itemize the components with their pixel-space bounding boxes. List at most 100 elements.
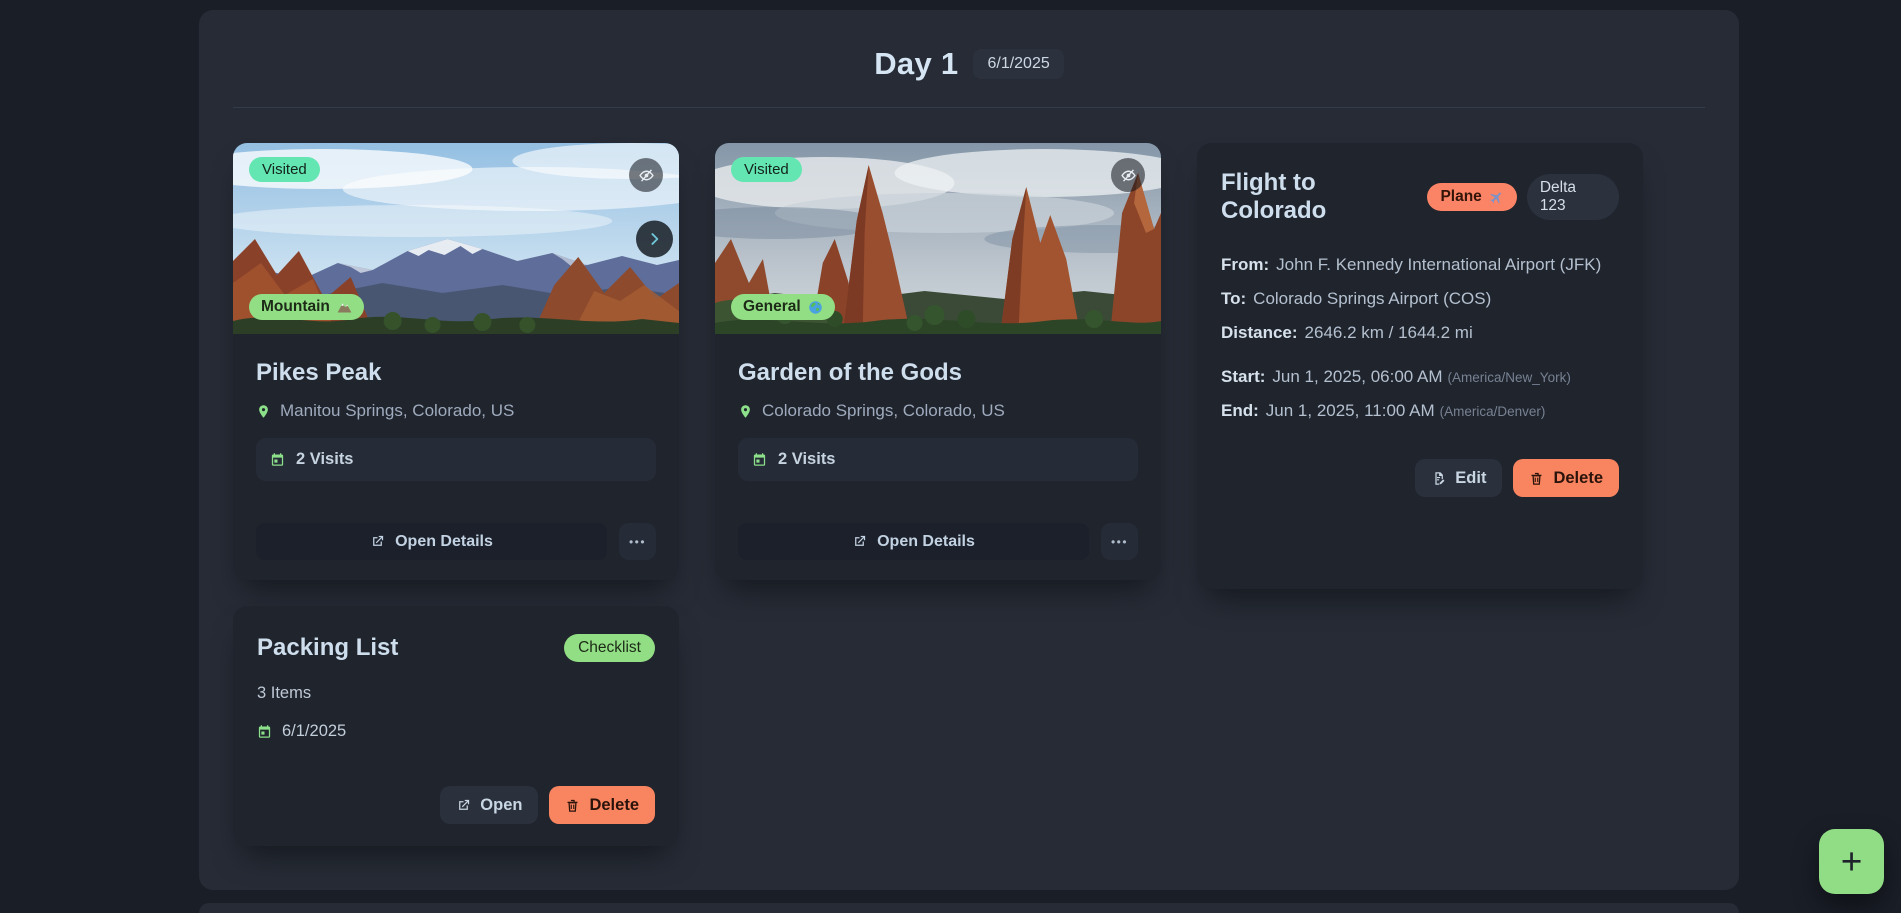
from-label: From: [1221, 255, 1269, 274]
hide-image-button[interactable] [1111, 158, 1145, 192]
more-options-button[interactable]: ••• [1101, 523, 1138, 560]
flight-title: Flight to Colorado [1221, 169, 1427, 225]
plane-icon [1489, 190, 1504, 205]
packing-list-card: Packing List Checklist 3 Items 6/1/2025 … [233, 606, 679, 846]
flight-actions: Edit Delete [1221, 459, 1619, 497]
visited-badge: Visited [249, 157, 320, 182]
visits-box: 2 Visits [256, 438, 656, 481]
next-day-panel-peek [199, 903, 1739, 913]
mountain-icon [337, 300, 352, 315]
distance-value: 2646.2 km / 1644.2 mi [1305, 323, 1473, 342]
category-badge-mountain: Mountain [249, 294, 364, 320]
visits-box: 2 Visits [738, 438, 1138, 481]
external-link-icon [852, 534, 867, 549]
place-card-pikes-peak: Visited Mountain Pikes Peak Manitou Spri… [233, 143, 679, 580]
delete-button[interactable]: Delete [549, 786, 655, 824]
eye-off-icon [1120, 167, 1137, 184]
location-row: Manitou Springs, Colorado, US [256, 401, 656, 421]
to-value: Colorado Springs Airport (COS) [1253, 289, 1491, 308]
day-header: Day 1 6/1/2025 [199, 10, 1739, 82]
category-label: General [743, 298, 801, 316]
category-label: Mountain [261, 298, 330, 316]
to-label: To: [1221, 289, 1246, 308]
delete-button[interactable]: Delete [1513, 459, 1619, 497]
trash-icon [565, 798, 580, 813]
external-link-icon [456, 798, 471, 813]
garden-body: Garden of the Gods Colorado Springs, Col… [715, 334, 1161, 580]
day-date-badge: 6/1/2025 [973, 49, 1063, 79]
flight-code-badge: Delta 123 [1527, 174, 1619, 220]
place-title: Garden of the Gods [738, 359, 1138, 387]
flight-card: Flight to Colorado Plane Delta 123 From:… [1197, 143, 1643, 589]
category-badge-general: General [731, 294, 835, 320]
packing-header: Packing List Checklist [257, 634, 655, 662]
end-timezone: (America/Denver) [1440, 404, 1546, 419]
checklist-badge: Checklist [564, 634, 655, 662]
calendar-icon [270, 452, 285, 467]
items-count: 3 Items [257, 684, 655, 703]
visits-count: 2 Visits [296, 450, 353, 469]
header-divider [233, 107, 1705, 108]
flight-details: From: John F. Kennedy International Airpo… [1221, 255, 1619, 421]
flight-start-row: Start: Jun 1, 2025, 06:00 AM (America/New_… [1221, 367, 1619, 387]
location-pin-icon [738, 404, 753, 419]
globe-icon [808, 300, 823, 315]
open-details-button[interactable]: Open Details [256, 523, 607, 560]
packing-actions: Open Delete [257, 786, 655, 824]
packing-date-row: 6/1/2025 [257, 722, 655, 741]
edit-label: Edit [1455, 469, 1486, 488]
external-link-icon [370, 534, 385, 549]
hide-image-button[interactable] [629, 158, 663, 192]
visited-badge: Visited [731, 157, 802, 182]
next-image-button[interactable] [636, 220, 673, 257]
calendar-icon [257, 724, 272, 739]
garden-image: Visited General [715, 143, 1161, 334]
card-footer: Open Details ••• [256, 523, 656, 560]
flight-end-row: End: Jun 1, 2025, 11:00 AM (America/Denver… [1221, 401, 1619, 421]
pikes-peak-image: Visited Mountain [233, 143, 679, 334]
transport-type-label: Plane [1440, 188, 1481, 206]
open-details-label: Open Details [395, 533, 493, 551]
packing-date: 6/1/2025 [282, 722, 346, 741]
delete-label: Delete [1553, 469, 1603, 488]
trash-icon [1529, 471, 1544, 486]
end-value: Jun 1, 2025, 11:00 AM [1266, 401, 1435, 420]
open-details-label: Open Details [877, 533, 975, 551]
more-options-button[interactable]: ••• [619, 523, 656, 560]
start-value: Jun 1, 2025, 06:00 AM [1272, 367, 1442, 386]
flight-header: Flight to Colorado Plane Delta 123 [1221, 169, 1619, 225]
location-row: Colorado Springs, Colorado, US [738, 401, 1138, 421]
chevron-right-icon [646, 230, 663, 247]
place-title: Pikes Peak [256, 359, 656, 387]
flight-to-row: To: Colorado Springs Airport (COS) [1221, 289, 1619, 309]
place-card-garden-of-the-gods: Visited General Garden of the Gods Color… [715, 143, 1161, 580]
edit-icon [1431, 471, 1446, 486]
eye-off-icon [638, 167, 655, 184]
location-pin-icon [256, 404, 271, 419]
from-value: John F. Kennedy International Airport (J… [1276, 255, 1601, 274]
ellipsis-icon: ••• [629, 535, 646, 549]
ellipsis-icon: ••• [1111, 535, 1128, 549]
open-button[interactable]: Open [440, 786, 538, 824]
location-text: Manitou Springs, Colorado, US [280, 401, 514, 421]
flight-badges: Plane Delta 123 [1427, 174, 1619, 220]
day-title: Day 1 [874, 46, 958, 82]
end-label: End: [1221, 401, 1259, 420]
location-text: Colorado Springs, Colorado, US [762, 401, 1005, 421]
open-label: Open [480, 796, 522, 815]
edit-button[interactable]: Edit [1415, 459, 1502, 497]
visits-count: 2 Visits [778, 450, 835, 469]
start-timezone: (America/New_York) [1448, 370, 1571, 385]
pikes-peak-body: Pikes Peak Manitou Springs, Colorado, US… [233, 334, 679, 580]
cards-grid: Visited Mountain Pikes Peak Manitou Spri… [233, 143, 1643, 846]
flight-from-row: From: John F. Kennedy International Airpo… [1221, 255, 1619, 275]
calendar-icon [752, 452, 767, 467]
start-label: Start: [1221, 367, 1265, 386]
plus-icon: + [1841, 843, 1863, 880]
add-item-fab[interactable]: + [1819, 829, 1884, 894]
day-section-panel: Day 1 6/1/2025 [199, 10, 1739, 890]
packing-title: Packing List [257, 634, 398, 662]
open-details-button[interactable]: Open Details [738, 523, 1089, 560]
distance-label: Distance: [1221, 323, 1298, 342]
transport-type-badge: Plane [1427, 183, 1516, 211]
